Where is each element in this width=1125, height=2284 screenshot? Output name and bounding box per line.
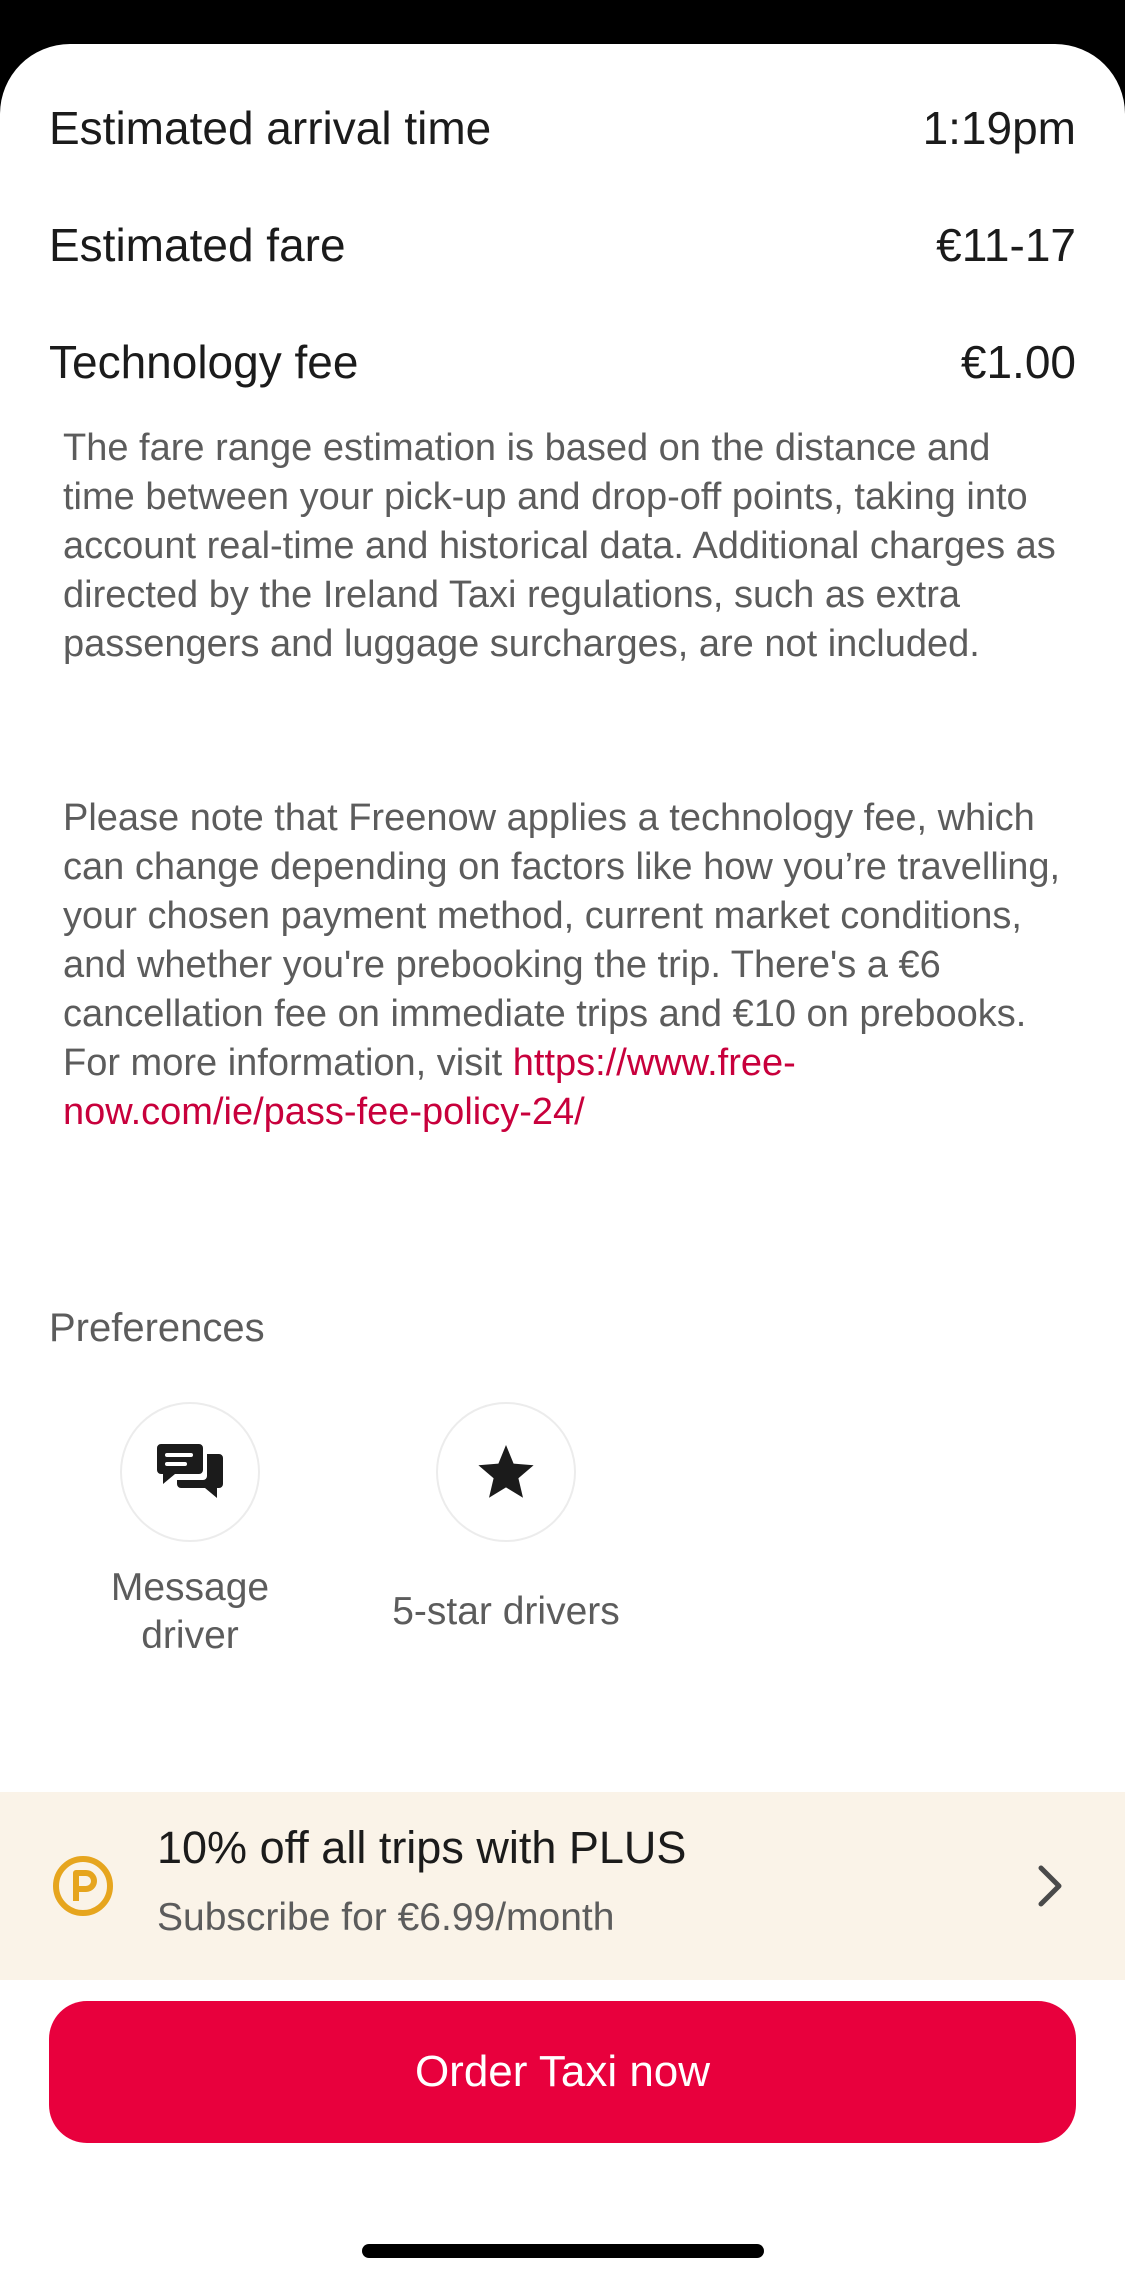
- order-taxi-button[interactable]: Order Taxi now: [49, 2001, 1076, 2143]
- home-indicator: [362, 2244, 764, 2258]
- arrival-time-label: Estimated arrival time: [49, 102, 492, 154]
- promo-subtitle: Subscribe for €6.99/month: [157, 1896, 615, 1939]
- star-icon: [478, 1445, 534, 1498]
- estimated-fare-label: Estimated fare: [49, 219, 346, 271]
- preference-message-driver-button[interactable]: [120, 1402, 260, 1542]
- plus-promo-banner[interactable]: 10% off all trips with PLUS Subscribe fo…: [0, 1792, 1125, 1980]
- preference-5-star-drivers-button[interactable]: [436, 1402, 576, 1542]
- preference-5-star-drivers[interactable]: 5-star drivers: [392, 1402, 620, 1636]
- technology-fee-row: Technology fee €1.00: [49, 332, 1076, 392]
- preference-5-star-drivers-label: 5-star drivers: [392, 1590, 620, 1633]
- estimated-fare-value: €11-17: [936, 219, 1076, 271]
- preference-message-driver[interactable]: Message driver: [80, 1402, 300, 1660]
- plus-logo-icon: [53, 1856, 113, 1916]
- message-icon: [157, 1444, 223, 1498]
- preferences-title: Preferences: [49, 1306, 265, 1350]
- arrival-time-value: 1:19pm: [922, 102, 1076, 154]
- estimated-fare-row: Estimated fare €11-17: [49, 215, 1076, 275]
- trip-details-sheet: Estimated arrival time 1:19pm Estimated …: [0, 44, 1125, 2284]
- arrival-time-row: Estimated arrival time 1:19pm: [49, 98, 1076, 158]
- preference-message-driver-label: Message driver: [110, 1566, 270, 1657]
- fare-estimation-info: The fare range estimation is based on th…: [63, 427, 1056, 665]
- technology-fee-value: €1.00: [960, 336, 1076, 388]
- technology-fee-info-text: Please note that Freenow applies a techn…: [63, 797, 1061, 1084]
- promo-title: 10% off all trips with PLUS: [157, 1822, 687, 1873]
- technology-fee-info: Please note that Freenow applies a techn…: [63, 794, 1063, 1137]
- chevron-right-icon: [1038, 1865, 1062, 1907]
- technology-fee-label: Technology fee: [49, 336, 359, 388]
